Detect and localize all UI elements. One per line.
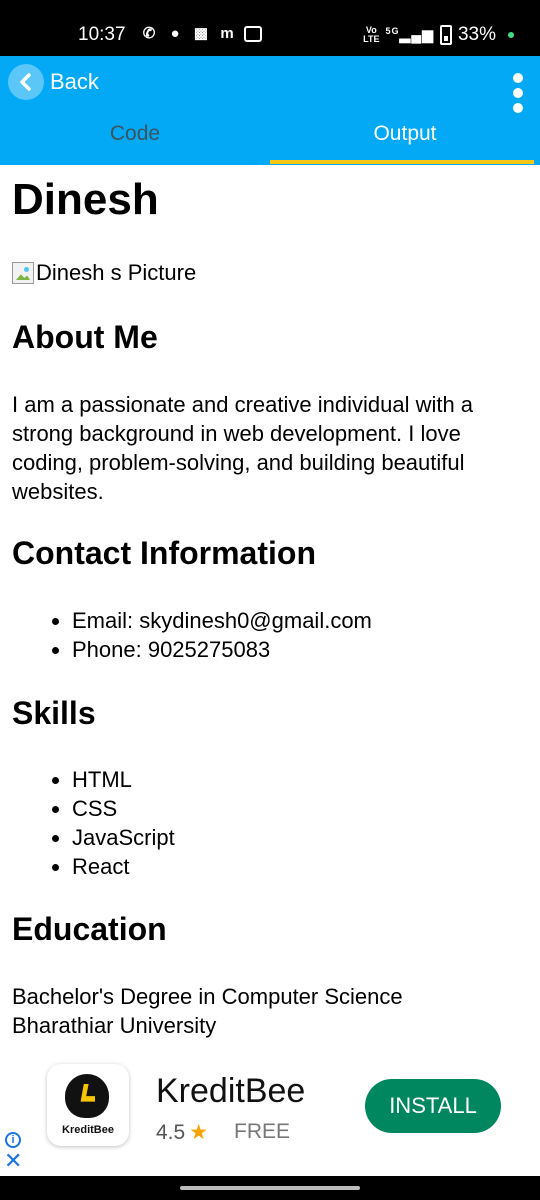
list-item: Phone: 9025275083 <box>72 635 372 664</box>
about-heading: About Me <box>12 319 158 355</box>
back-label: Back <box>50 69 99 94</box>
ad-app-logo[interactable]: KreditBee <box>47 1064 129 1146</box>
volte-indicator: Vo LTE <box>363 26 379 44</box>
ad-rating-value: 4.5 <box>156 1121 186 1144</box>
page-title: Dinesh <box>12 175 159 224</box>
system-status: Vo LTE 5G▂▄▆ 33% <box>363 24 514 46</box>
skills-heading: Skills <box>12 695 96 731</box>
kreditbee-logo-icon <box>65 1074 109 1118</box>
app-notification-icon <box>244 26 262 42</box>
app-bar: Back Code Output <box>0 56 540 165</box>
education-degree: Bachelor's Degree in Computer Science <box>12 984 403 1009</box>
signal-label: 5G <box>385 26 400 37</box>
ad-rating: 4.5 ★ <box>156 1120 208 1145</box>
gallery-icon: ▩ <box>193 25 209 42</box>
battery-icon <box>439 25 452 45</box>
battery-percent: 33% <box>457 24 496 45</box>
profile-picture: Dinesh s Picture <box>12 260 196 286</box>
star-icon: ★ <box>189 1121 209 1144</box>
active-tab-indicator <box>270 160 534 164</box>
more-options-icon[interactable] <box>512 73 524 113</box>
ad-price: FREE <box>234 1120 291 1143</box>
signal-5g-icon: 5G▂▄▆ <box>385 26 434 43</box>
ad-close-icon[interactable]: ✕ <box>4 1150 22 1172</box>
ad-info-icon[interactable]: i <box>5 1132 21 1148</box>
tab-code[interactable]: Code <box>0 122 270 146</box>
list-item: React <box>72 852 175 881</box>
list-item: Email: skydinesh0@gmail.com <box>72 606 372 635</box>
tab-output[interactable]: Output <box>270 122 540 146</box>
chevron-left-icon <box>8 64 44 100</box>
ad-logo-text: KreditBee <box>62 1124 114 1136</box>
volte-bottom: LTE <box>363 34 380 44</box>
notification-icons: ✆ ● ▩ m <box>140 24 262 44</box>
phone-call-icon: ✆ <box>142 25 156 42</box>
list-item: CSS <box>72 794 175 823</box>
list-item: JavaScript <box>72 823 175 852</box>
home-gesture-handle[interactable] <box>180 1186 360 1190</box>
ad-banner[interactable]: KreditBee KreditBee 4.5 ★ FREE INSTALL i … <box>0 1050 540 1176</box>
messaging-m-icon: m <box>220 25 234 42</box>
skills-list: HTML CSS JavaScript React <box>72 765 175 881</box>
education-heading: Education <box>12 911 167 947</box>
list-item: HTML <box>72 765 175 794</box>
contact-heading: Contact Information <box>12 535 316 571</box>
broken-image-icon <box>12 262 34 284</box>
install-button[interactable]: INSTALL <box>365 1079 501 1133</box>
about-text: I am a passionate and creative individua… <box>12 392 474 504</box>
ad-app-name[interactable]: KreditBee <box>156 1072 305 1111</box>
contact-list: Email: skydinesh0@gmail.com Phone: 90252… <box>72 606 372 664</box>
snapchat-icon: ● <box>170 25 180 42</box>
education-university: Bharathiar University <box>12 1013 217 1038</box>
picture-alt-text: Dinesh s Picture <box>36 260 197 285</box>
navigation-bar <box>0 1176 540 1200</box>
privacy-dot-icon <box>508 32 514 38</box>
status-time: 10:37 <box>78 24 126 45</box>
back-button[interactable]: Back <box>8 64 99 100</box>
status-bar: 10:37 ✆ ● ▩ m Vo LTE 5G▂▄▆ 33% <box>0 0 540 56</box>
